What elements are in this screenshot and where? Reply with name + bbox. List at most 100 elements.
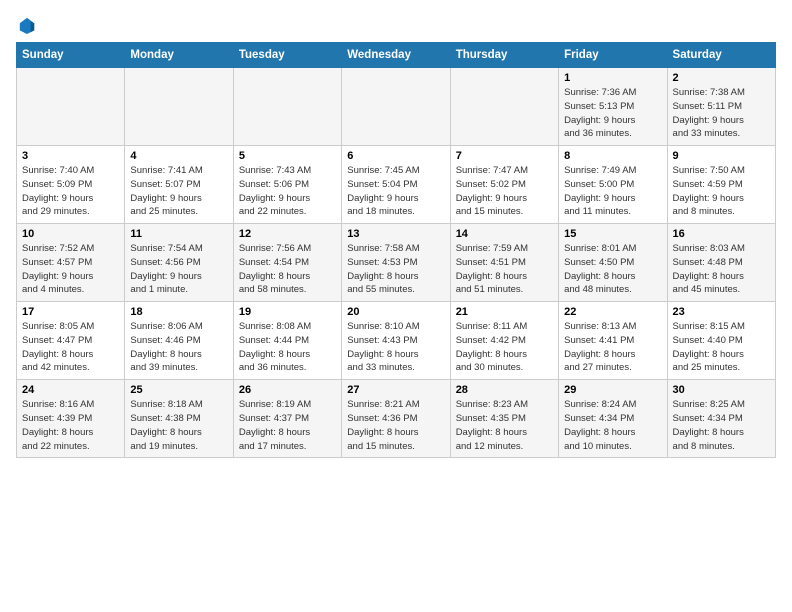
day-info: Sunrise: 7:59 AM Sunset: 4:51 PM Dayligh… bbox=[456, 242, 553, 297]
calendar-cell: 7 Sunrise: 7:47 AM Sunset: 5:02 PM Daylig… bbox=[450, 146, 558, 224]
day-info: Sunrise: 8:24 AM Sunset: 4:34 PM Dayligh… bbox=[564, 398, 661, 453]
calendar-cell bbox=[233, 68, 341, 146]
day-info: Sunrise: 8:18 AM Sunset: 4:38 PM Dayligh… bbox=[130, 398, 227, 453]
weekday-header: Wednesday bbox=[342, 43, 450, 68]
day-number: 2 bbox=[673, 72, 770, 84]
day-number: 14 bbox=[456, 228, 553, 240]
day-info: Sunrise: 8:16 AM Sunset: 4:39 PM Dayligh… bbox=[22, 398, 119, 453]
day-info: Sunrise: 7:52 AM Sunset: 4:57 PM Dayligh… bbox=[22, 242, 119, 297]
calendar-cell: 5Sunrise: 7:43 AM Sunset: 5:06 PM Daylig… bbox=[233, 146, 341, 224]
weekday-header: Monday bbox=[125, 43, 233, 68]
logo-icon bbox=[18, 16, 36, 34]
calendar-cell: 15 Sunrise: 8:01 AM Sunset: 4:50 PM Dayli… bbox=[559, 224, 667, 302]
calendar-cell: 24 Sunrise: 8:16 AM Sunset: 4:39 PM Dayli… bbox=[17, 380, 125, 458]
day-number: 28 bbox=[456, 384, 553, 396]
day-number: 7 bbox=[456, 150, 553, 162]
calendar-cell: 18 Sunrise: 8:06 AM Sunset: 4:46 PM Dayli… bbox=[125, 302, 233, 380]
day-info: Sunrise: 8:25 AM Sunset: 4:34 PM Dayligh… bbox=[673, 398, 770, 453]
day-info: Sunrise: 8:15 AM Sunset: 4:40 PM Dayligh… bbox=[673, 320, 770, 375]
day-info: Sunrise: 8:08 AM Sunset: 4:44 PM Dayligh… bbox=[239, 320, 336, 375]
calendar-cell bbox=[342, 68, 450, 146]
day-info: Sunrise: 8:06 AM Sunset: 4:46 PM Dayligh… bbox=[130, 320, 227, 375]
calendar-cell: 14 Sunrise: 7:59 AM Sunset: 4:51 PM Dayli… bbox=[450, 224, 558, 302]
calendar-cell: 4 Sunrise: 7:41 AM Sunset: 5:07 PM Daylig… bbox=[125, 146, 233, 224]
day-info: Sunrise: 8:21 AM Sunset: 4:36 PM Dayligh… bbox=[347, 398, 444, 453]
day-number: 25 bbox=[130, 384, 227, 396]
day-number: 26 bbox=[239, 384, 336, 396]
calendar-cell: 27 Sunrise: 8:21 AM Sunset: 4:36 PM Dayli… bbox=[342, 380, 450, 458]
day-number: 24 bbox=[22, 384, 119, 396]
calendar-cell: 23 Sunrise: 8:15 AM Sunset: 4:40 PM Dayli… bbox=[667, 302, 775, 380]
day-number: 30 bbox=[673, 384, 770, 396]
calendar-header-row: SundayMondayTuesdayWednesdayThursdayFrid… bbox=[17, 43, 776, 68]
calendar-week-row: 10 Sunrise: 7:52 AM Sunset: 4:57 PM Dayli… bbox=[17, 224, 776, 302]
calendar-cell: 29 Sunrise: 8:24 AM Sunset: 4:34 PM Dayli… bbox=[559, 380, 667, 458]
day-number: 20 bbox=[347, 306, 444, 318]
calendar-week-row: 3 Sunrise: 7:40 AM Sunset: 5:09 PM Daylig… bbox=[17, 146, 776, 224]
day-number: 27 bbox=[347, 384, 444, 396]
calendar-cell: 20 Sunrise: 8:10 AM Sunset: 4:43 PM Dayli… bbox=[342, 302, 450, 380]
day-number: 29 bbox=[564, 384, 661, 396]
day-info: Sunrise: 7:56 AM Sunset: 4:54 PM Dayligh… bbox=[239, 242, 336, 297]
day-info: Sunrise: 8:10 AM Sunset: 4:43 PM Dayligh… bbox=[347, 320, 444, 375]
calendar-cell: 28 Sunrise: 8:23 AM Sunset: 4:35 PM Dayli… bbox=[450, 380, 558, 458]
day-info: Sunrise: 7:38 AM Sunset: 5:11 PM Dayligh… bbox=[673, 86, 770, 141]
calendar-cell: 2 Sunrise: 7:38 AM Sunset: 5:11 PM Daylig… bbox=[667, 68, 775, 146]
calendar-cell: 10 Sunrise: 7:52 AM Sunset: 4:57 PM Dayli… bbox=[17, 224, 125, 302]
calendar-cell: 9Sunrise: 7:50 AM Sunset: 4:59 PM Daylig… bbox=[667, 146, 775, 224]
day-info: Sunrise: 7:47 AM Sunset: 5:02 PM Dayligh… bbox=[456, 164, 553, 219]
day-number: 1 bbox=[564, 72, 661, 84]
calendar-table: SundayMondayTuesdayWednesdayThursdayFrid… bbox=[16, 42, 776, 458]
day-number: 10 bbox=[22, 228, 119, 240]
calendar-week-row: 24 Sunrise: 8:16 AM Sunset: 4:39 PM Dayli… bbox=[17, 380, 776, 458]
calendar-cell: 30 Sunrise: 8:25 AM Sunset: 4:34 PM Dayli… bbox=[667, 380, 775, 458]
day-number: 23 bbox=[673, 306, 770, 318]
calendar-week-row: 17Sunrise: 8:05 AM Sunset: 4:47 PM Dayli… bbox=[17, 302, 776, 380]
weekday-header: Saturday bbox=[667, 43, 775, 68]
calendar-cell: 22Sunrise: 8:13 AM Sunset: 4:41 PM Dayli… bbox=[559, 302, 667, 380]
day-info: Sunrise: 7:49 AM Sunset: 5:00 PM Dayligh… bbox=[564, 164, 661, 219]
weekday-header: Thursday bbox=[450, 43, 558, 68]
calendar-cell: 19 Sunrise: 8:08 AM Sunset: 4:44 PM Dayli… bbox=[233, 302, 341, 380]
calendar-cell bbox=[17, 68, 125, 146]
logo bbox=[16, 16, 36, 34]
day-info: Sunrise: 8:01 AM Sunset: 4:50 PM Dayligh… bbox=[564, 242, 661, 297]
day-info: Sunrise: 7:41 AM Sunset: 5:07 PM Dayligh… bbox=[130, 164, 227, 219]
day-number: 9 bbox=[673, 150, 770, 162]
day-info: Sunrise: 8:03 AM Sunset: 4:48 PM Dayligh… bbox=[673, 242, 770, 297]
day-number: 18 bbox=[130, 306, 227, 318]
day-number: 8 bbox=[564, 150, 661, 162]
day-info: Sunrise: 7:40 AM Sunset: 5:09 PM Dayligh… bbox=[22, 164, 119, 219]
day-number: 11 bbox=[130, 228, 227, 240]
calendar-cell bbox=[450, 68, 558, 146]
day-info: Sunrise: 7:36 AM Sunset: 5:13 PM Dayligh… bbox=[564, 86, 661, 141]
day-number: 5 bbox=[239, 150, 336, 162]
calendar-cell: 11 Sunrise: 7:54 AM Sunset: 4:56 PM Dayli… bbox=[125, 224, 233, 302]
day-info: Sunrise: 8:11 AM Sunset: 4:42 PM Dayligh… bbox=[456, 320, 553, 375]
calendar-cell: 3 Sunrise: 7:40 AM Sunset: 5:09 PM Daylig… bbox=[17, 146, 125, 224]
day-number: 3 bbox=[22, 150, 119, 162]
day-info: Sunrise: 8:23 AM Sunset: 4:35 PM Dayligh… bbox=[456, 398, 553, 453]
calendar-cell: 16 Sunrise: 8:03 AM Sunset: 4:48 PM Dayli… bbox=[667, 224, 775, 302]
calendar-cell: 21 Sunrise: 8:11 AM Sunset: 4:42 PM Dayli… bbox=[450, 302, 558, 380]
calendar-cell: 12 Sunrise: 7:56 AM Sunset: 4:54 PM Dayli… bbox=[233, 224, 341, 302]
day-info: Sunrise: 7:54 AM Sunset: 4:56 PM Dayligh… bbox=[130, 242, 227, 297]
calendar-cell: 8 Sunrise: 7:49 AM Sunset: 5:00 PM Daylig… bbox=[559, 146, 667, 224]
calendar-cell bbox=[125, 68, 233, 146]
day-number: 12 bbox=[239, 228, 336, 240]
day-info: Sunrise: 8:19 AM Sunset: 4:37 PM Dayligh… bbox=[239, 398, 336, 453]
calendar-cell: 17Sunrise: 8:05 AM Sunset: 4:47 PM Dayli… bbox=[17, 302, 125, 380]
calendar-cell: 6Sunrise: 7:45 AM Sunset: 5:04 PM Daylig… bbox=[342, 146, 450, 224]
calendar-cell: 1 Sunrise: 7:36 AM Sunset: 5:13 PM Daylig… bbox=[559, 68, 667, 146]
day-number: 16 bbox=[673, 228, 770, 240]
calendar-week-row: 1 Sunrise: 7:36 AM Sunset: 5:13 PM Daylig… bbox=[17, 68, 776, 146]
header bbox=[16, 16, 776, 34]
day-number: 15 bbox=[564, 228, 661, 240]
calendar-cell: 25 Sunrise: 8:18 AM Sunset: 4:38 PM Dayli… bbox=[125, 380, 233, 458]
day-number: 21 bbox=[456, 306, 553, 318]
day-number: 4 bbox=[130, 150, 227, 162]
day-info: Sunrise: 7:58 AM Sunset: 4:53 PM Dayligh… bbox=[347, 242, 444, 297]
day-number: 19 bbox=[239, 306, 336, 318]
day-number: 6 bbox=[347, 150, 444, 162]
weekday-header: Tuesday bbox=[233, 43, 341, 68]
